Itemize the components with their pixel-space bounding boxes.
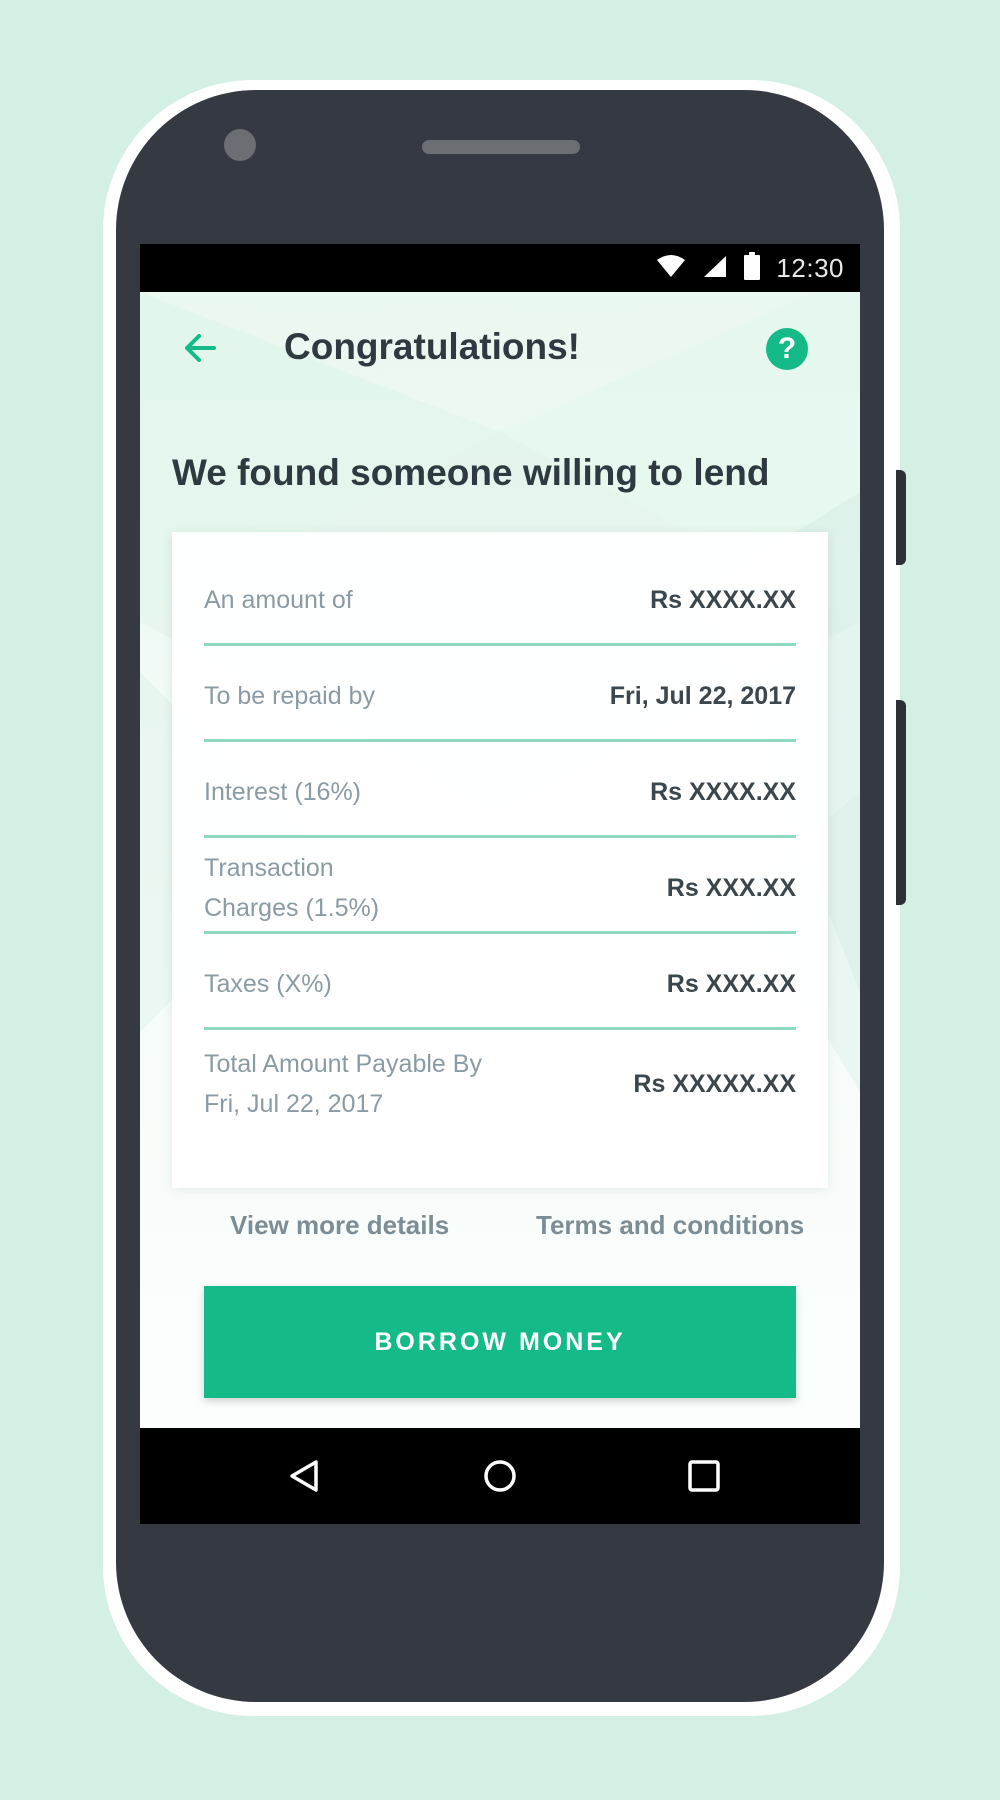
row-divider — [204, 1027, 796, 1030]
row-value: Rs XXX.XX — [666, 873, 796, 902]
view-details-link[interactable]: View more details — [230, 1210, 449, 1241]
nav-home-button[interactable] — [476, 1452, 524, 1500]
navigation-bar — [140, 1428, 860, 1524]
battery-icon — [744, 251, 761, 285]
phone-side-button-top — [896, 470, 906, 565]
row-label: Interest (16%) — [204, 778, 362, 806]
row-divider — [204, 643, 796, 646]
row-label: To be repaid by — [204, 682, 375, 710]
status-bar: 12:30 — [140, 244, 860, 292]
back-button[interactable] — [176, 324, 224, 372]
terms-link[interactable]: Terms and conditions — [536, 1210, 804, 1241]
triangle-back-icon — [290, 1460, 318, 1492]
footer-links: View more details Terms and conditions — [140, 1210, 860, 1254]
summary-row-repay-date: To be repaid by Fri, Jul 22, 2017 — [204, 676, 796, 716]
phone-side-button-volume — [896, 700, 906, 905]
nav-back-button[interactable] — [280, 1452, 328, 1500]
status-time: 12:30 — [776, 252, 844, 283]
signal-icon — [702, 254, 728, 283]
row-label: Total Amount Payable By Fri, Jul 22, 201… — [204, 1044, 482, 1124]
loan-summary-card: An amount of Rs XXXX.XX To be repaid by … — [172, 532, 828, 1188]
square-recents-icon — [688, 1460, 720, 1492]
app-bar: Congratulations! ? — [140, 292, 860, 404]
main-content: Congratulations! ? We found someone will… — [140, 292, 860, 1428]
row-label: An amount of — [204, 586, 353, 614]
row-label: Taxes (X%) — [204, 970, 332, 998]
summary-row-amount: An amount of Rs XXXX.XX — [204, 580, 796, 620]
lend-heading: We found someone willing to lend — [172, 452, 770, 493]
row-label-line: Fri, Jul 22, 2017 — [204, 1090, 384, 1118]
nav-recents-button[interactable] — [680, 1452, 728, 1500]
row-value: Rs XXXX.XX — [650, 585, 796, 614]
wifi-icon — [656, 254, 686, 283]
help-button[interactable]: ? — [766, 328, 808, 370]
summary-row-transaction-charges: Transaction Charges (1.5%) Rs XXX.XX — [204, 848, 796, 928]
row-divider — [204, 931, 796, 934]
row-value: Fri, Jul 22, 2017 — [609, 681, 796, 710]
row-value: Rs XXXX.XX — [650, 777, 796, 806]
question-circle-icon: ? — [777, 332, 797, 365]
row-divider — [204, 835, 796, 838]
row-label-line: Transaction — [204, 854, 334, 882]
borrow-money-button[interactable]: BORROW MONEY — [204, 1286, 796, 1398]
row-divider — [204, 739, 796, 742]
summary-row-total: Total Amount Payable By Fri, Jul 22, 201… — [204, 1044, 796, 1124]
row-label-line: Charges (1.5%) — [204, 894, 380, 922]
phone-speaker — [422, 140, 580, 154]
phone-screen: 12:30 Congratulations! ? We found someon… — [140, 244, 860, 1524]
page-title: Congratulations! — [284, 326, 580, 367]
circle-home-icon — [484, 1460, 516, 1492]
phone-camera — [224, 129, 256, 161]
row-label: Transaction Charges (1.5%) — [204, 848, 379, 928]
summary-row-interest: Interest (16%) Rs XXXX.XX — [204, 772, 796, 812]
arrow-left-icon — [185, 334, 216, 362]
row-value: Rs XXXXX.XX — [633, 1069, 796, 1098]
row-value: Rs XXX.XX — [666, 969, 796, 998]
summary-row-taxes: Taxes (X%) Rs XXX.XX — [204, 964, 796, 1004]
row-label-line: Total Amount Payable By — [204, 1050, 482, 1078]
